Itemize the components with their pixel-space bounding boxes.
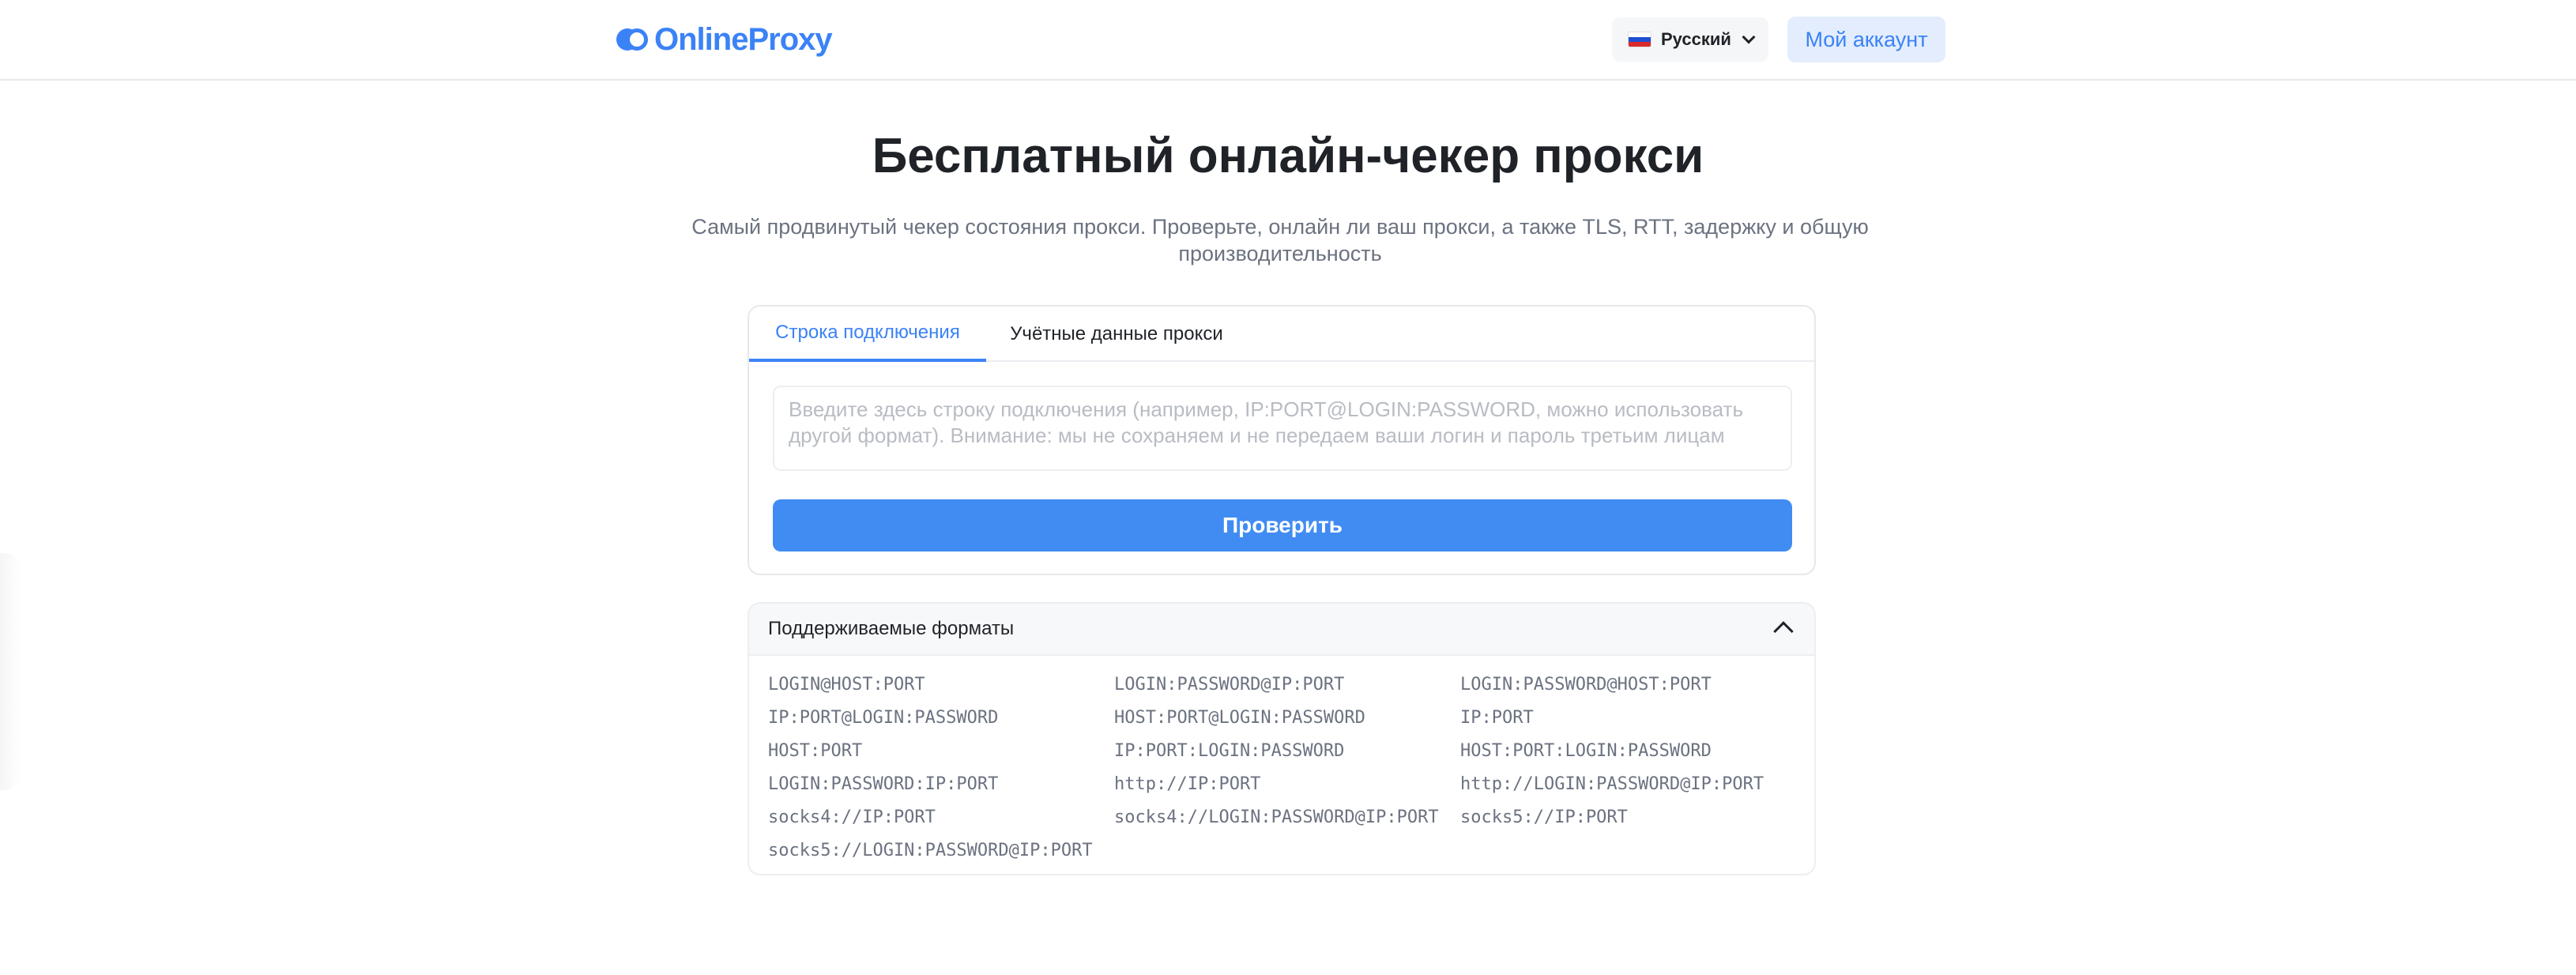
side-widget-shadow [0,553,21,790]
connection-string-input[interactable] [773,386,1792,471]
logo-text: OnlineProxy [654,21,833,57]
format-item: IP:PORT@LOGIN:PASSWORD [768,708,999,728]
checker-tabs: Строка подключения Учётные данные прокси [749,307,1814,362]
supported-formats-header[interactable]: Поддерживаемые форматы [749,604,1814,656]
top-header: OnlineProxy Русский Мой аккаунт [0,0,2576,81]
check-button[interactable]: Проверить [773,499,1792,551]
page-subtitle: Самый продвинутый чекер состояния прокси… [691,215,1869,265]
format-item: http://LOGIN:PASSWORD@IP:PORT [1460,774,1764,794]
format-item: IP:PORT:LOGIN:PASSWORD [1114,741,1345,761]
language-label: Русский [1661,29,1731,49]
chevron-up-icon[interactable] [1773,621,1794,642]
proxy-checker-card: Строка подключения Учётные данные прокси… [748,305,1816,575]
chevron-down-icon [1742,30,1756,44]
format-item: LOGIN:PASSWORD@IP:PORT [1114,675,1345,695]
language-selector[interactable]: Русский [1612,17,1768,62]
format-item: HOST:PORT@LOGIN:PASSWORD [1114,708,1365,728]
format-item: LOGIN@HOST:PORT [768,675,925,695]
format-item: socks5://LOGIN:PASSWORD@IP:PORT [768,841,1093,860]
logo-icon [616,26,648,53]
format-item: HOST:PORT [768,741,863,761]
my-account-button[interactable]: Мой аккаунт [1787,17,1945,62]
logo[interactable]: OnlineProxy [616,21,833,58]
format-item: socks4://IP:PORT [768,807,936,827]
format-item: IP:PORT [1460,708,1534,728]
format-item: socks4://LOGIN:PASSWORD@IP:PORT [1114,807,1439,827]
format-item: http://IP:PORT [1114,774,1261,794]
tab-proxy-credentials[interactable]: Учётные данные прокси [986,307,1247,362]
supported-formats-panel: Поддерживаемые форматы LOGIN@HOST:PORT L… [748,602,1816,875]
format-item: socks5://IP:PORT [1460,807,1628,827]
format-item: LOGIN:PASSWORD:IP:PORT [768,774,999,794]
supported-formats-title: Поддерживаемые форматы [768,618,1015,639]
tab-connection-string[interactable]: Строка подключения [749,307,986,362]
page-title: Бесплатный онлайн-чекер прокси [872,129,1704,183]
format-item: HOST:PORT:LOGIN:PASSWORD [1460,741,1712,761]
russia-flag-icon [1628,32,1651,47]
format-item: LOGIN:PASSWORD@HOST:PORT [1460,675,1712,695]
formats-list: LOGIN@HOST:PORT LOGIN:PASSWORD@IP:PORT L… [768,668,1811,868]
